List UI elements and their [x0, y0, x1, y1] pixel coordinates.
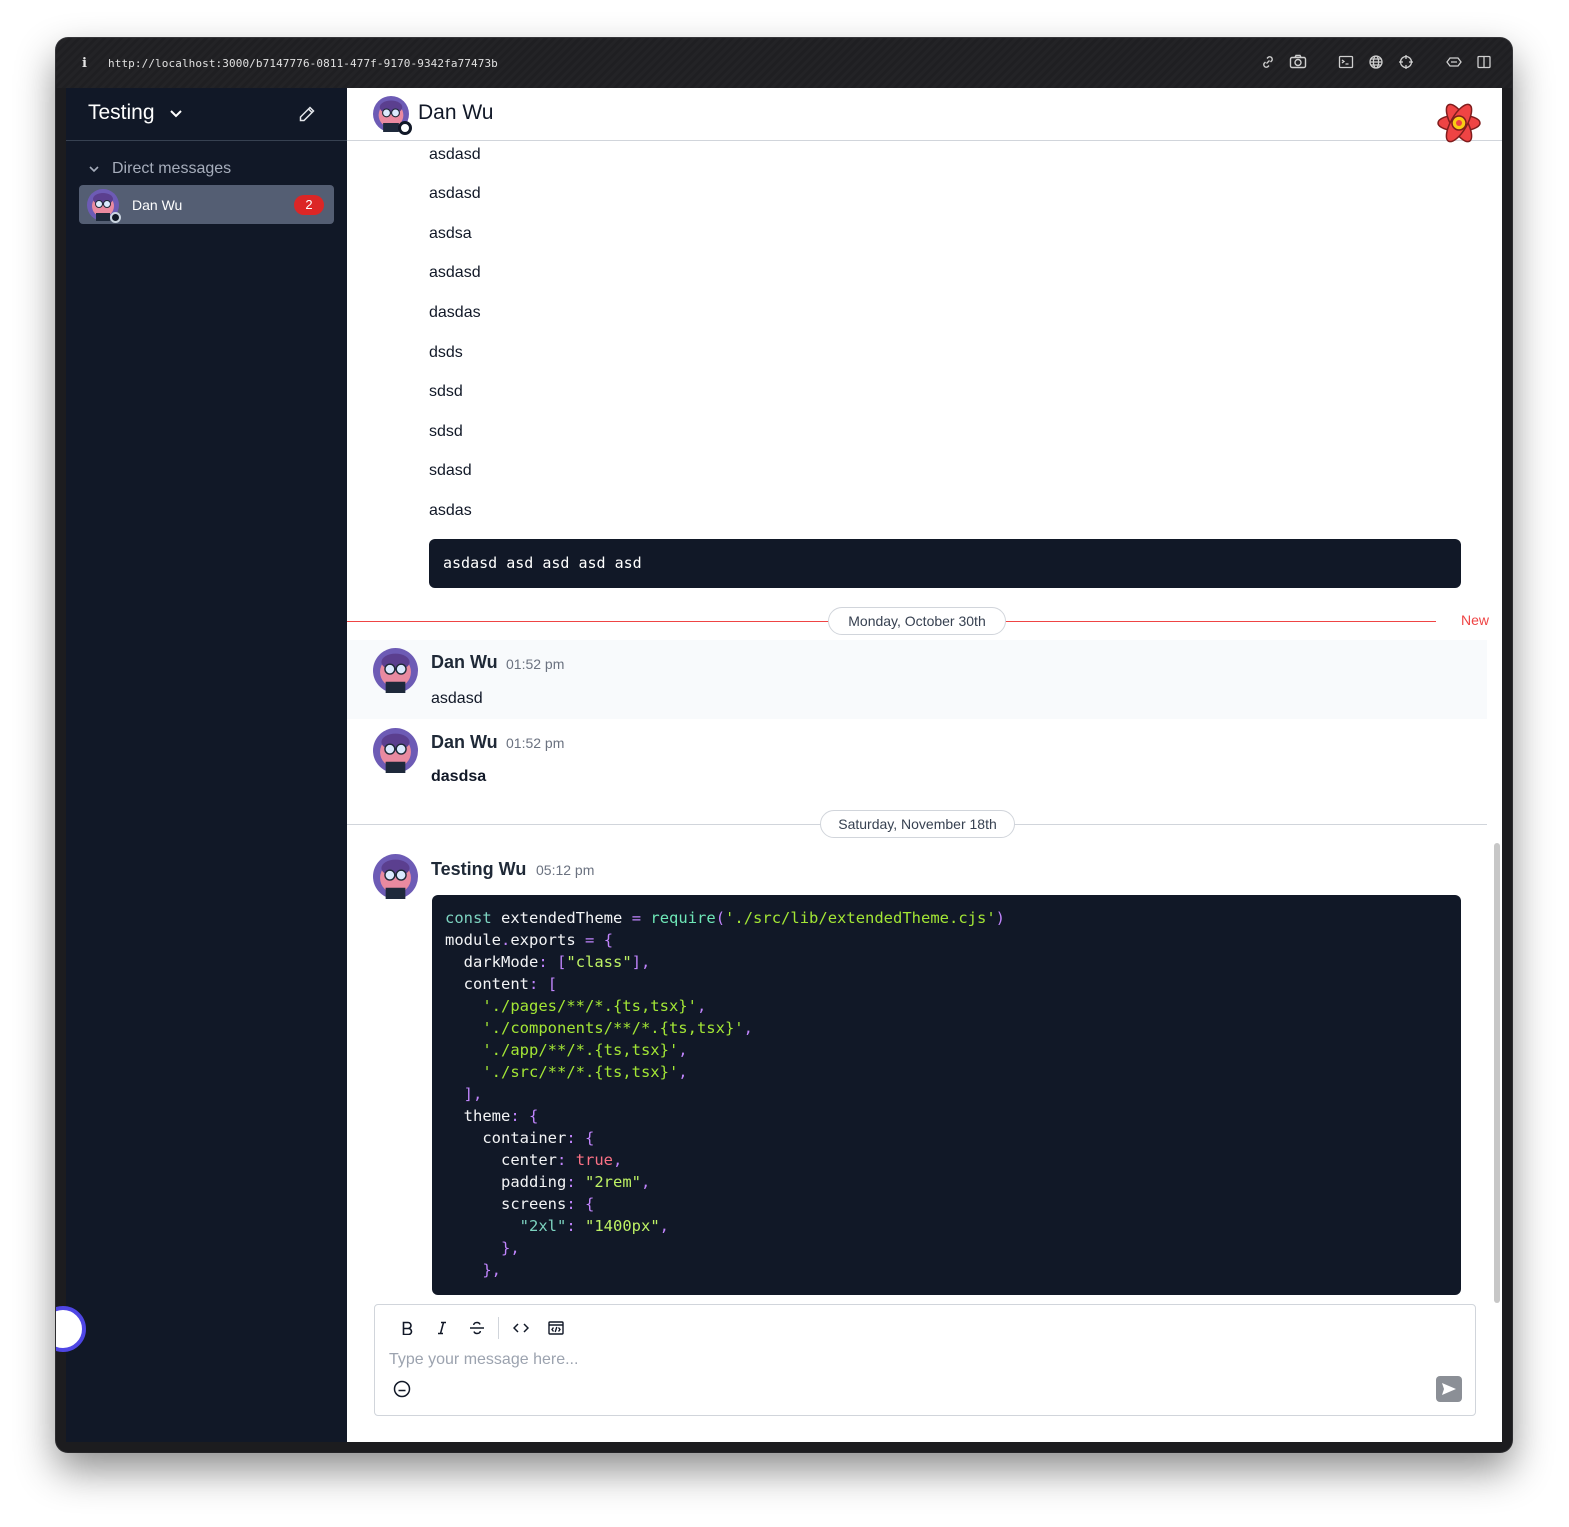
- url-text[interactable]: http://localhost:3000/b7147776-0811-477f…: [108, 57, 498, 70]
- code-line: './src/**/*.{ts,tsx}',: [482, 1063, 688, 1081]
- message-time: 05:12 pm: [536, 862, 595, 878]
- message-item[interactable]: Dan Wu 01:52 pm dasdsa: [347, 719, 1487, 819]
- code-line: const extendedTheme = require('./src/lib…: [445, 909, 1006, 927]
- chevron-down-icon: [89, 166, 99, 173]
- code-line: screens: {: [501, 1195, 595, 1213]
- date-pill: Monday, October 30th: [828, 607, 1006, 635]
- terminal-icon[interactable]: [1336, 52, 1356, 72]
- message-text: asdsa: [429, 225, 472, 242]
- message-text: sdasd: [429, 462, 472, 479]
- emoji-icon[interactable]: [392, 1379, 412, 1399]
- link-icon[interactable]: [1258, 52, 1278, 72]
- message-author[interactable]: Dan Wu: [431, 652, 498, 673]
- code-line: theme: {: [463, 1107, 539, 1125]
- sidebar-item-dan-wu[interactable]: Dan Wu 2: [79, 185, 334, 224]
- bold-icon[interactable]: [389, 1317, 424, 1339]
- message-author[interactable]: Testing Wu: [431, 859, 526, 880]
- url-bar: i http://localhost:3000/b7147776-0811-47…: [56, 38, 1512, 88]
- unread-badge: 2: [294, 195, 324, 215]
- code-line: './app/**/*.{ts,tsx}',: [482, 1041, 688, 1059]
- code-line: "2xl": "1400px",: [519, 1217, 670, 1235]
- date-divider: Saturday, November 18th: [347, 810, 1487, 838]
- status-indicator: [398, 121, 412, 135]
- avatar: [373, 854, 418, 899]
- new-label: New: [1460, 612, 1489, 628]
- workspace-header: Testing: [66, 88, 347, 141]
- message-text: dasdas: [429, 304, 481, 321]
- chat-pane: Dan Wu asdasd asdasd asdsa asdasd dasdas…: [347, 88, 1502, 1442]
- code-line: },: [501, 1239, 520, 1257]
- code-line: module.exports = {: [445, 931, 614, 949]
- section-label: Direct messages: [112, 160, 232, 177]
- info-icon[interactable]: i: [82, 56, 100, 71]
- toolbar-divider: [498, 1317, 499, 1339]
- direct-messages-section[interactable]: Direct messages: [88, 160, 231, 178]
- date-pill: Saturday, November 18th: [820, 810, 1015, 838]
- send-icon: [1442, 1383, 1456, 1395]
- message-time: 01:52 pm: [506, 656, 565, 672]
- send-button[interactable]: [1436, 1376, 1462, 1402]
- workspace-name[interactable]: Testing: [88, 101, 155, 125]
- message-author[interactable]: Dan Wu: [431, 732, 498, 753]
- avatar: [373, 728, 418, 773]
- message-text: asdasd: [429, 264, 481, 281]
- extension-icon[interactable]: [1444, 52, 1464, 72]
- code-line: },: [482, 1261, 501, 1279]
- code-line: './components/**/*.{ts,tsx}',: [482, 1019, 753, 1037]
- message-text: asdasd: [431, 690, 483, 707]
- status-indicator: [110, 211, 121, 223]
- message-text: sdsd: [429, 423, 463, 440]
- message-text: asdasd: [429, 185, 481, 202]
- chat-header: Dan Wu: [347, 88, 1502, 143]
- code-line: content: [: [463, 975, 558, 993]
- code-line: './pages/**/*.{ts,tsx}',: [482, 997, 707, 1015]
- code-block: const extendedTheme = require('./src/lib…: [432, 895, 1461, 1295]
- sidebar: Testing Direct messages Dan Wu 2: [56, 88, 347, 1442]
- code-line: ],: [463, 1085, 483, 1103]
- new-messages-divider: Monday, October 30th New: [347, 607, 1496, 635]
- code-icon[interactable]: [503, 1317, 538, 1339]
- avatar: [373, 648, 418, 693]
- browser-toolbar: [1258, 52, 1494, 72]
- message-text: sdsd: [429, 383, 463, 400]
- floating-action-button[interactable]: [56, 1306, 86, 1352]
- chat-title: Dan Wu: [418, 101, 494, 124]
- sidebar-icon[interactable]: [1474, 52, 1494, 72]
- code-line: darkMode: ["class"],: [463, 953, 651, 971]
- code-line: container: {: [482, 1129, 595, 1147]
- message-composer: [374, 1304, 1476, 1416]
- message-text: asdasd: [429, 146, 481, 163]
- message-text: dasdsa: [431, 768, 487, 785]
- browser-window: i http://localhost:3000/b7147776-0811-47…: [56, 38, 1512, 1452]
- scrollbar[interactable]: [1494, 843, 1500, 1303]
- code-snippet: asdasd asd asd asd asd: [429, 539, 1461, 588]
- strikethrough-icon[interactable]: [459, 1317, 494, 1339]
- crosshair-icon[interactable]: [1396, 52, 1416, 72]
- code-line: center: true,: [501, 1151, 623, 1169]
- code-line: padding: "2rem",: [501, 1173, 651, 1191]
- italic-icon[interactable]: [424, 1317, 459, 1339]
- avatar: [373, 96, 412, 135]
- globe-icon[interactable]: [1366, 52, 1386, 72]
- edit-icon[interactable]: [298, 105, 316, 128]
- message-text: asdas: [429, 502, 472, 519]
- formatting-toolbar: [389, 1317, 573, 1339]
- react-icon[interactable]: [1436, 100, 1482, 146]
- message-item[interactable]: Dan Wu 01:52 pm asdasd: [347, 640, 1487, 719]
- message-input[interactable]: [389, 1349, 1289, 1371]
- message-time: 01:52 pm: [506, 735, 565, 751]
- sidebar-item-label: Dan Wu: [132, 196, 183, 213]
- chevron-down-icon[interactable]: [169, 106, 183, 124]
- code-block-icon[interactable]: [538, 1317, 573, 1339]
- message-text: dsds: [429, 344, 463, 361]
- camera-icon[interactable]: [1288, 52, 1308, 72]
- avatar: [87, 188, 121, 223]
